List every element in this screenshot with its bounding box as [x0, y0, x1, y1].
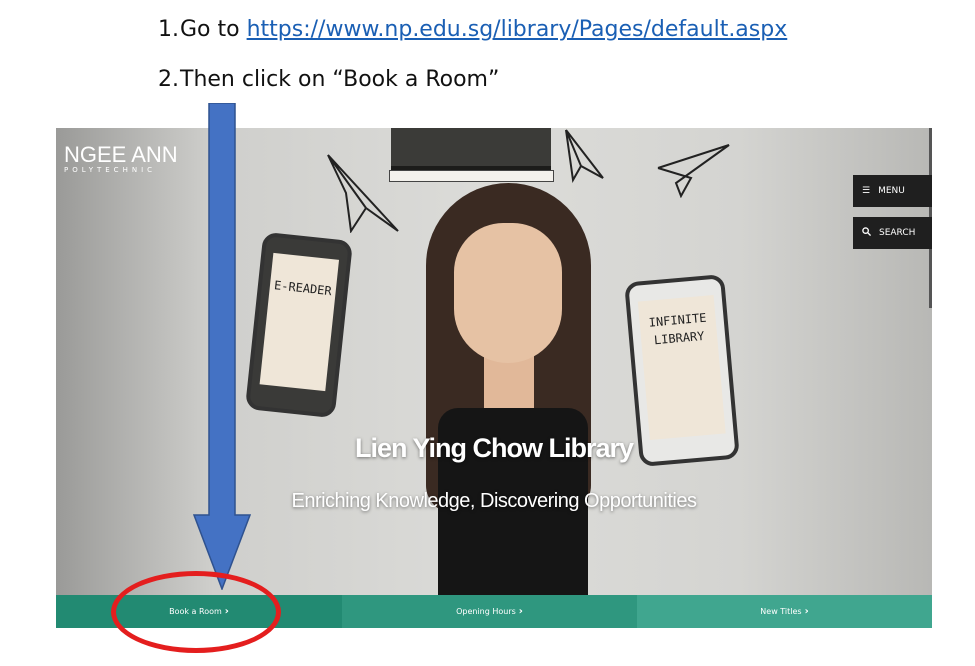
magnifier-icon: [862, 227, 872, 239]
book-pages-illustration: [389, 170, 554, 182]
step-number: 1.: [158, 17, 179, 42]
search-button[interactable]: SEARCH: [853, 217, 932, 249]
chevron-right-icon: ›: [804, 606, 809, 617]
library-url-link[interactable]: https://www.np.edu.sg/library/Pages/defa…: [247, 17, 788, 42]
hamburger-icon: ☰: [862, 186, 871, 196]
quicklink-label: Opening Hours: [456, 607, 516, 616]
paper-plane-illustration: [327, 154, 399, 233]
menu-label: MENU: [878, 186, 905, 196]
paper-plane-illustration: [565, 129, 604, 183]
menu-button[interactable]: ☰ MENU: [853, 175, 932, 207]
hero-title: Lien Ying Chow Library: [354, 433, 634, 463]
woman-face-illustration: [454, 223, 562, 363]
e-reader-illustration: E-READER: [244, 231, 354, 419]
step-number: 2.: [158, 67, 179, 92]
instruction-step-2: 2.Then click on “Book a Room”: [158, 67, 499, 92]
hero-subtitle: Enriching Knowledge, Discovering Opportu…: [291, 490, 697, 512]
stacked-books-illustration: [391, 128, 551, 170]
library-homepage-screenshot: NGEE ANN POLYTECHNIC E-READER INFINITE L…: [56, 128, 932, 628]
step-text: Go to: [180, 17, 247, 42]
instruction-step-1: 1.Go to https://www.np.edu.sg/library/Pa…: [158, 17, 787, 42]
quicklink-label: New Titles: [760, 607, 802, 616]
search-label: SEARCH: [879, 228, 916, 238]
logo-main-text: NGEE ANN: [64, 142, 178, 167]
new-titles-link[interactable]: New Titles ›: [637, 595, 932, 628]
paper-plane-illustration: [657, 144, 730, 198]
chevron-right-icon: ›: [518, 606, 523, 617]
ngee-ann-logo[interactable]: NGEE ANN POLYTECHNIC: [64, 142, 178, 174]
highlight-circle-annotation: [111, 571, 281, 653]
e-reader-label: E-READER: [273, 278, 333, 299]
opening-hours-link[interactable]: Opening Hours ›: [342, 595, 637, 628]
step-text: Then click on “Book a Room”: [180, 67, 500, 92]
down-arrow-annotation: [193, 103, 251, 590]
